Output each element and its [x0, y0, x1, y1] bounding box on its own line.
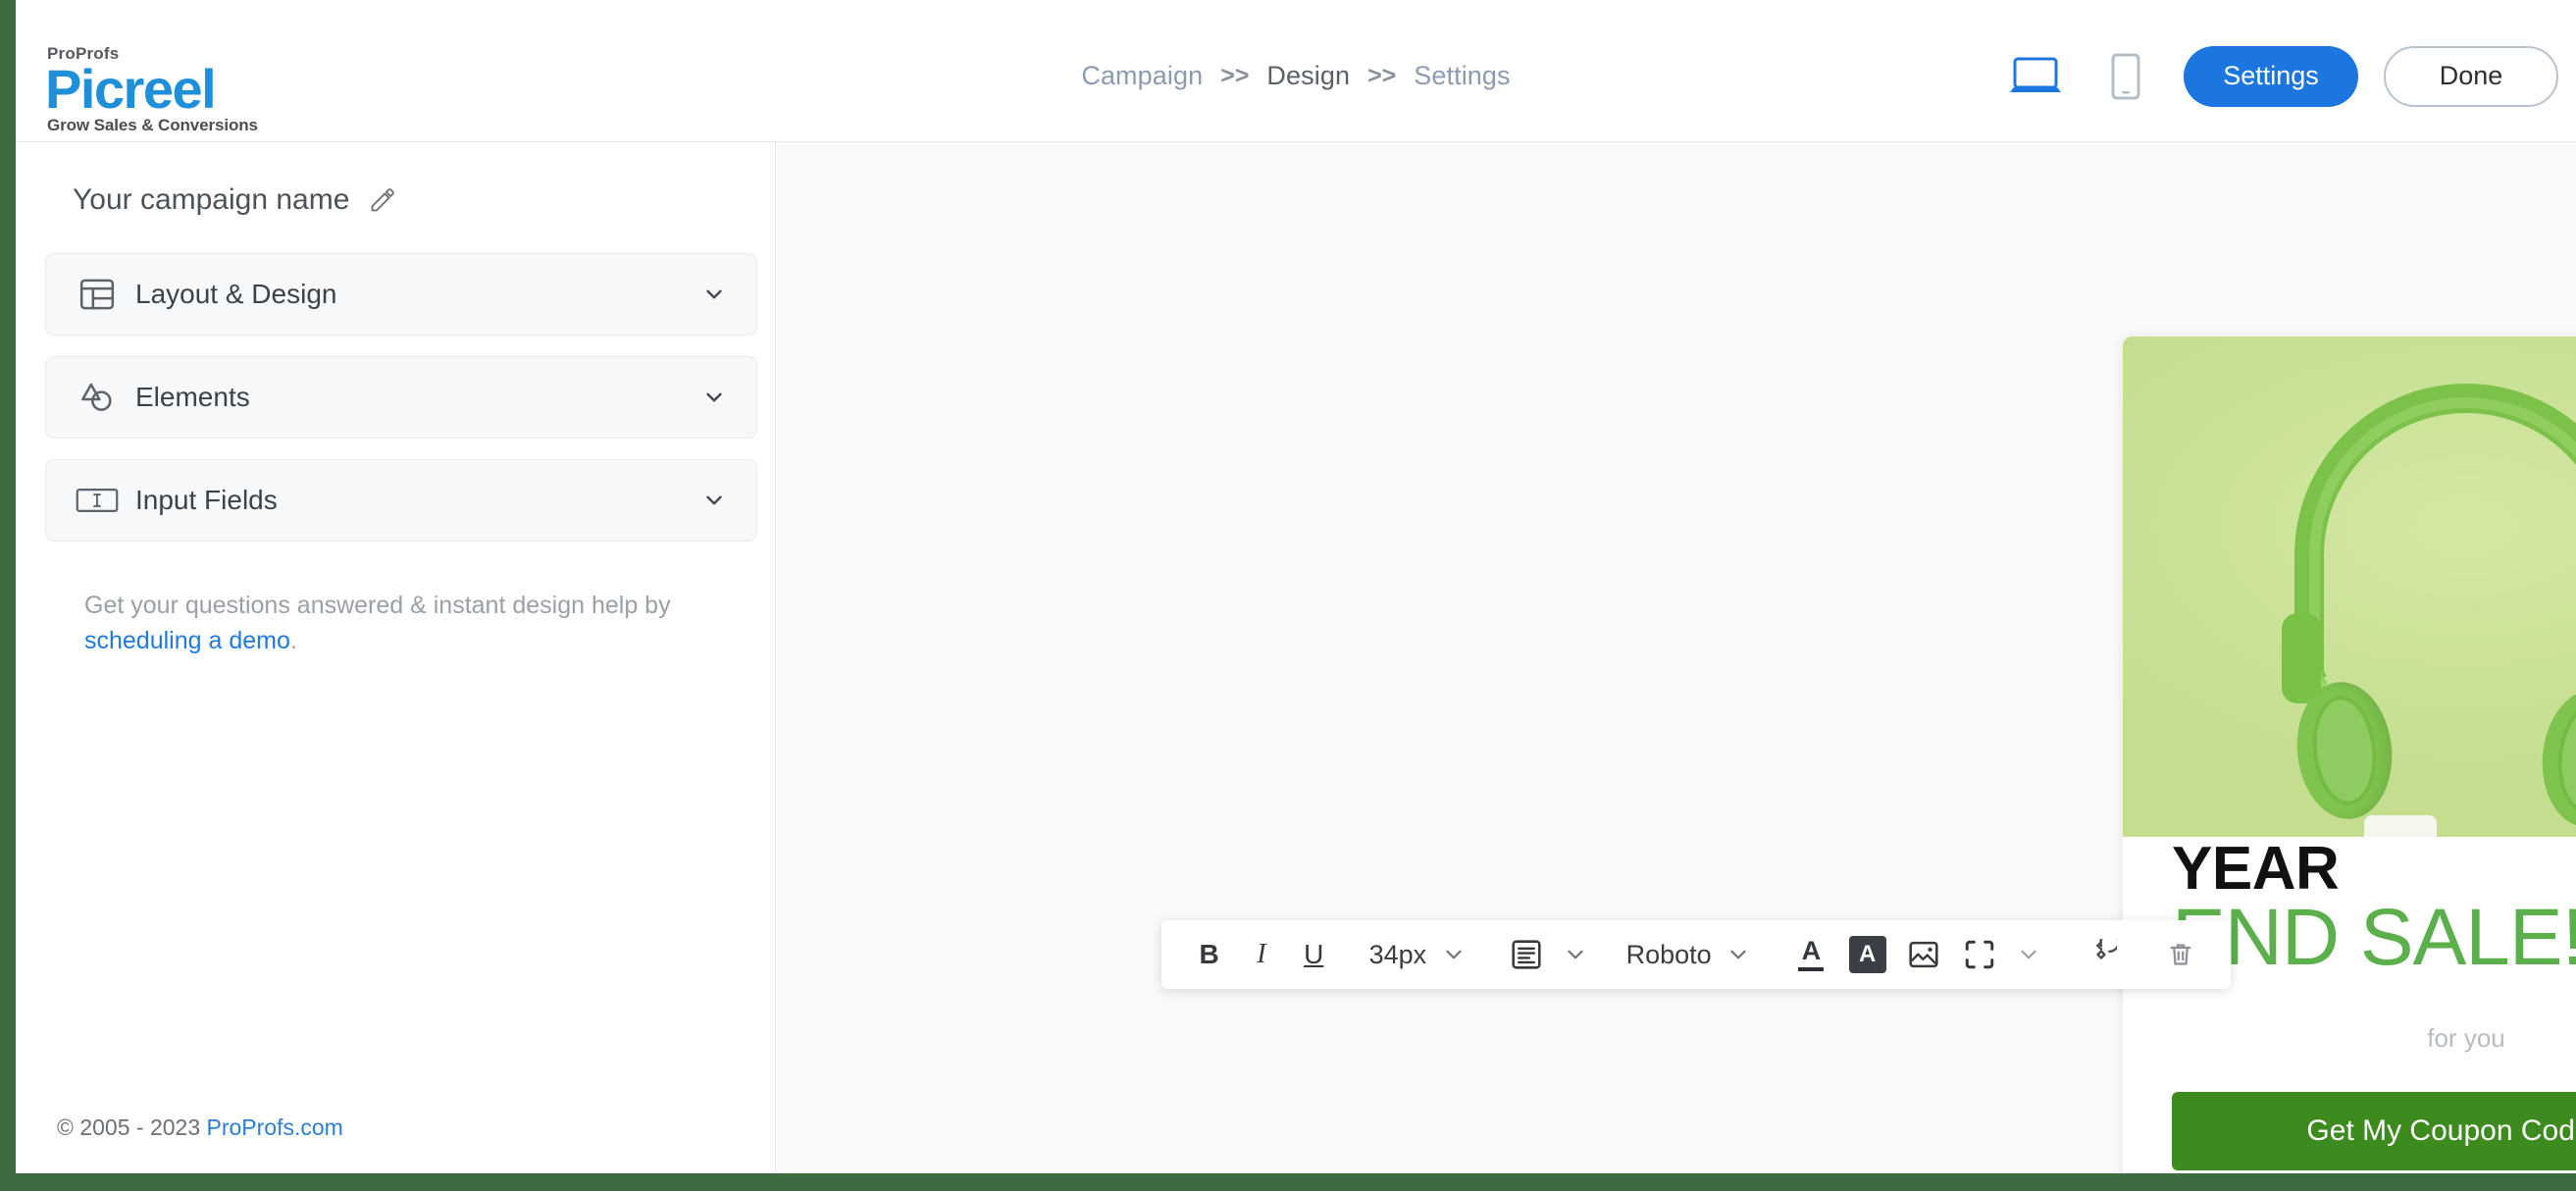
picreel-logo[interactable]: ProProfs Picreel Grow Sales & Conversion…	[45, 45, 281, 133]
chevron-down-icon[interactable]	[2008, 920, 2050, 989]
text-color-letter: A	[1801, 936, 1822, 965]
editor-sidebar: Your campaign name Layout & Design Eleme…	[16, 142, 776, 1173]
image-icon[interactable]	[1895, 920, 1951, 989]
shapes-icon	[73, 378, 122, 417]
frame-top-strip	[0, 0, 2576, 10]
sidebar-panel-layout-design[interactable]: Layout & Design	[45, 253, 757, 336]
breadcrumb-separator: >>	[1367, 62, 1397, 89]
sidebar-panel-label: Elements	[135, 382, 250, 412]
sidebar-panel-label: Layout & Design	[135, 279, 337, 309]
bold-button[interactable]: B	[1183, 920, 1235, 989]
font-size-value[interactable]: 34px	[1364, 920, 1433, 989]
schedule-demo-link[interactable]: scheduling a demo	[84, 627, 290, 654]
font-family-value[interactable]: Roboto	[1621, 920, 1718, 989]
chevron-down-icon[interactable]	[701, 385, 727, 410]
get-coupon-code-button[interactable]: Get My Coupon Code	[2172, 1092, 2576, 1170]
crop-frame-icon[interactable]	[1951, 920, 2007, 989]
footer-copyright: © 2005 - 2023 ProProfs.com	[57, 1114, 343, 1141]
proprofs-link[interactable]: ProProfs.com	[207, 1114, 343, 1140]
popup-subtext[interactable]: for you	[2123, 1023, 2576, 1054]
design-canvas[interactable]: YEAR END SALE! for you Get My Coupon Cod…	[777, 142, 2576, 1173]
sidebar-help-text: Get your questions answered & instant de…	[84, 589, 712, 658]
breadcrumb-separator: >>	[1220, 62, 1250, 89]
breadcrumb-item-campaign[interactable]: Campaign	[1081, 61, 1203, 91]
phone-prop	[2364, 815, 2437, 837]
headline-line-1[interactable]: YEAR	[2172, 837, 2576, 901]
text-format-toolbar[interactable]: B I U 34px Roboto A A	[1161, 920, 2231, 989]
help-text-prefix: Get your questions answered & instant de…	[84, 592, 671, 619]
logo-tagline: Grow Sales & Conversions	[47, 116, 258, 135]
done-button[interactable]: Done	[2384, 45, 2558, 107]
desktop-view-icon[interactable]	[2003, 49, 2068, 104]
chevron-down-icon[interactable]	[701, 282, 727, 307]
text-align-icon[interactable]	[1498, 920, 1554, 989]
frame-bottom-edge	[0, 1173, 2576, 1191]
settings-button[interactable]: Settings	[2184, 45, 2358, 107]
green-headphones-photo[interactable]	[2123, 337, 2576, 837]
text-color-a-icon[interactable]: A	[1783, 920, 1839, 989]
help-text-period: .	[289, 626, 297, 654]
copyright-text: © 2005 - 2023	[57, 1114, 207, 1140]
pencil-icon[interactable]	[369, 186, 396, 214]
frame-left-edge	[0, 0, 16, 1191]
app-header: ProProfs Picreel Grow Sales & Conversion…	[16, 10, 2576, 142]
picreel-editor-window: ProProfs Picreel Grow Sales & Conversion…	[16, 10, 2576, 1173]
headline-line-2[interactable]: END SALE!	[2172, 897, 2576, 979]
sidebar-panel-label: Input Fields	[135, 485, 278, 515]
headphone-slider-left	[2282, 613, 2321, 703]
italic-button[interactable]: I	[1235, 920, 1287, 989]
mobile-view-icon[interactable]	[2093, 49, 2158, 104]
layout-grid-icon	[73, 275, 122, 314]
chevron-down-icon[interactable]	[701, 488, 727, 513]
sidebar-panel-elements[interactable]: Elements	[45, 356, 757, 439]
underline-button[interactable]: U	[1288, 920, 1340, 989]
chevron-down-icon[interactable]	[1432, 920, 1474, 989]
popup-preview-card[interactable]: YEAR END SALE! for you Get My Coupon Cod…	[2123, 337, 2576, 1173]
header-actions: Settings Done	[2003, 10, 2558, 142]
screen-recording-frame: ProProfs Picreel Grow Sales & Conversion…	[0, 0, 2576, 1191]
campaign-name-row: Your campaign name	[73, 183, 396, 217]
text-highlight-icon[interactable]: A	[1839, 920, 1895, 989]
breadcrumb-item-settings[interactable]: Settings	[1414, 61, 1510, 91]
logo-picreel-text: Picreel	[45, 58, 217, 120]
highlight-swatch: A	[1848, 936, 1886, 973]
breadcrumb-item-design[interactable]: Design	[1266, 61, 1350, 91]
text-color-swatch	[1798, 967, 1825, 971]
campaign-name-label: Your campaign name	[73, 183, 350, 216]
text-input-icon	[73, 485, 122, 516]
chevron-down-icon[interactable]	[1554, 920, 1596, 989]
rotate-reset-icon[interactable]	[2074, 920, 2130, 989]
trash-icon[interactable]	[2153, 920, 2209, 989]
chevron-down-icon[interactable]	[1718, 920, 1760, 989]
sidebar-panel-input-fields[interactable]: Input Fields	[45, 459, 757, 542]
